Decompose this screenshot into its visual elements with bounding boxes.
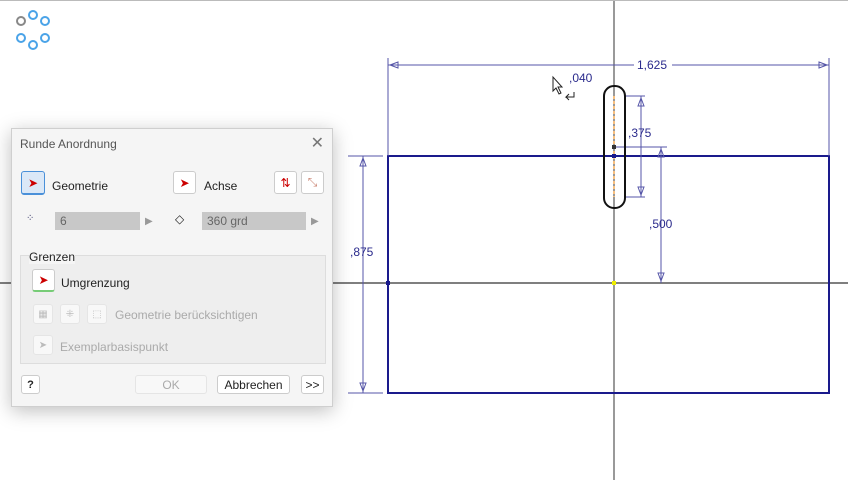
count-arrow-icon[interactable]: ▶	[145, 216, 153, 227]
dimension-radius[interactable]: ,040	[569, 71, 593, 85]
dialog-title: Runde Anordnung	[20, 137, 117, 151]
boundary-label: Umgrenzung	[61, 276, 130, 290]
boundary-select-button[interactable]: ➤	[32, 269, 55, 292]
dimension-slot-length[interactable]: ,375	[628, 126, 652, 140]
flip-icon: ⇅	[280, 175, 291, 190]
dimension-height[interactable]: ,875	[350, 245, 374, 259]
loading-icon	[16, 10, 50, 50]
consider-centers-button[interactable]: ⁜	[60, 304, 80, 324]
dimension-lines	[348, 58, 830, 394]
fit-icon: ⤡	[307, 175, 318, 189]
geometry-label: Geometrie	[52, 179, 109, 193]
cursor-icon: ➤	[179, 175, 190, 190]
ok-button[interactable]: OK	[135, 375, 207, 394]
angle-icon: ◇	[175, 212, 185, 226]
base-point-button[interactable]: ➤	[33, 335, 53, 355]
base-point-label: Exemplarbasispunkt	[60, 340, 169, 354]
close-icon[interactable]: ✕	[311, 133, 324, 153]
consider-all-button[interactable]: ▦	[33, 304, 53, 324]
cursor-icon: ➤	[38, 273, 49, 287]
cursor-icon: ➤	[27, 175, 39, 190]
geometry-select-button[interactable]: ➤	[21, 171, 45, 195]
mouse-cursor-icon	[552, 75, 564, 95]
dimension-offset[interactable]: ,500	[649, 217, 673, 231]
angle-arrow-icon[interactable]: ▶	[311, 216, 319, 227]
consider-geometry-label: Geometrie berücksichtigen	[115, 308, 258, 322]
dimension-width[interactable]: 1,625	[637, 58, 667, 72]
axis-select-button[interactable]: ➤	[173, 171, 196, 194]
consider-select-button[interactable]: ⬚	[87, 304, 107, 324]
help-button[interactable]: ?	[21, 375, 40, 394]
count-icon: ⁘	[26, 213, 35, 224]
axis-label: Achse	[204, 179, 238, 193]
flip-direction-button[interactable]: ⇅	[274, 171, 297, 194]
enter-icon	[564, 92, 575, 101]
fit-within-button[interactable]: ⤡	[301, 171, 324, 194]
circular-pattern-dialog: Runde Anordnung ✕ ➤ Geometrie ➤ Achse ⇅ …	[11, 128, 333, 407]
angle-input[interactable]: 360 grd	[202, 212, 306, 230]
sketch-rectangle[interactable]	[387, 155, 830, 394]
limits-group-label: Grenzen	[29, 250, 76, 264]
cancel-button[interactable]: Abbrechen	[217, 375, 290, 394]
count-input[interactable]: 6	[55, 212, 140, 230]
more-options-button[interactable]: >>	[301, 375, 324, 394]
limits-group: Grenzen ➤ Umgrenzung ▦ ⁜ ⬚ Geometrie ber…	[20, 250, 326, 364]
